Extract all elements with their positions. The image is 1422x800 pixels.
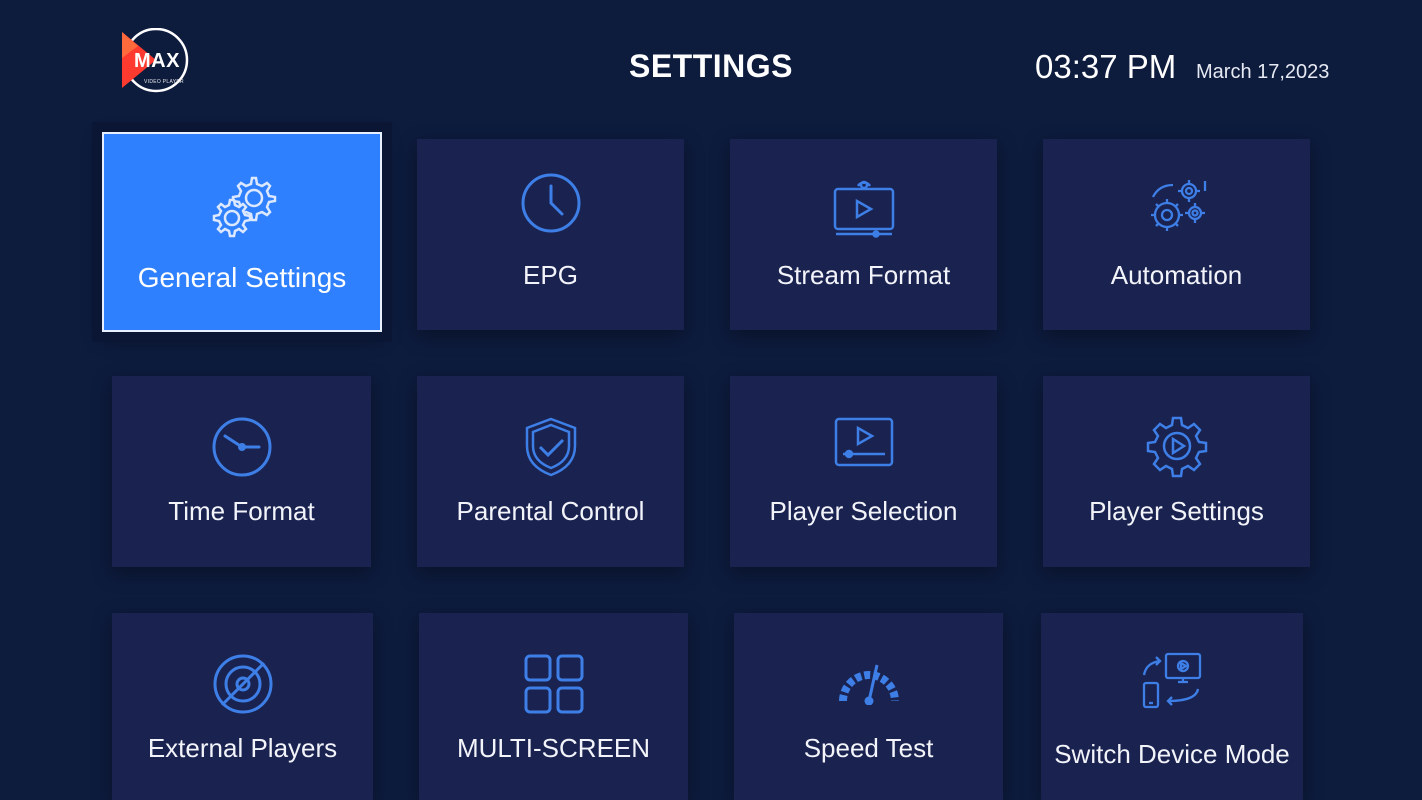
device-switch-icon bbox=[1140, 651, 1204, 711]
tile-time-format[interactable]: Time Format bbox=[112, 376, 371, 567]
tile-label: Parental Control bbox=[456, 496, 645, 526]
tile-label: Speed Test bbox=[803, 733, 934, 763]
tile-stream-format[interactable]: Stream Format bbox=[730, 139, 997, 330]
gears-icon bbox=[206, 170, 278, 242]
automation-gears-icon bbox=[1145, 175, 1209, 239]
shield-check-icon bbox=[523, 416, 579, 478]
tile-label: Switch Device Mode bbox=[1054, 739, 1290, 769]
clock-icon bbox=[520, 172, 582, 234]
tile-player-selection[interactable]: Player Selection bbox=[730, 376, 997, 567]
tile-label: Automation bbox=[1110, 260, 1243, 290]
tile-label: External Players bbox=[147, 733, 338, 763]
gear-play-icon bbox=[1145, 414, 1209, 478]
speedometer-icon bbox=[837, 661, 901, 705]
tile-general-settings[interactable]: General Settings bbox=[102, 132, 382, 332]
tile-automation[interactable]: Automation bbox=[1043, 139, 1310, 330]
tile-label: General Settings bbox=[137, 262, 347, 293]
disc-slash-icon bbox=[212, 653, 274, 715]
current-date: March 17,2023 bbox=[1196, 61, 1330, 83]
grid-icon bbox=[523, 653, 585, 715]
player-screen-icon bbox=[833, 416, 895, 470]
stream-screen-icon bbox=[832, 179, 896, 239]
tile-label: Player Settings bbox=[1089, 496, 1264, 526]
clock-time: 03:37 PM bbox=[1035, 48, 1177, 85]
tile-label: MULTI-SCREEN bbox=[456, 733, 651, 763]
tile-switch-device-mode[interactable]: Switch Device Mode bbox=[1041, 613, 1303, 800]
tile-multi-screen[interactable]: MULTI-SCREEN bbox=[419, 613, 688, 800]
tile-external-players[interactable]: External Players bbox=[112, 613, 373, 800]
header: MAX VIDEO PLAYER SETTINGS 03:37 PM March… bbox=[0, 0, 1422, 120]
tile-epg[interactable]: EPG bbox=[417, 139, 684, 330]
tile-label: Player Selection bbox=[769, 496, 958, 526]
tile-player-settings[interactable]: Player Settings bbox=[1043, 376, 1310, 567]
time-clock-icon bbox=[211, 416, 273, 478]
tile-label: Time Format bbox=[168, 496, 315, 526]
tile-label: EPG bbox=[523, 260, 578, 290]
tile-label: Stream Format bbox=[776, 260, 951, 290]
tile-speed-test[interactable]: Speed Test bbox=[734, 613, 1003, 800]
tile-parental-control[interactable]: Parental Control bbox=[417, 376, 684, 567]
